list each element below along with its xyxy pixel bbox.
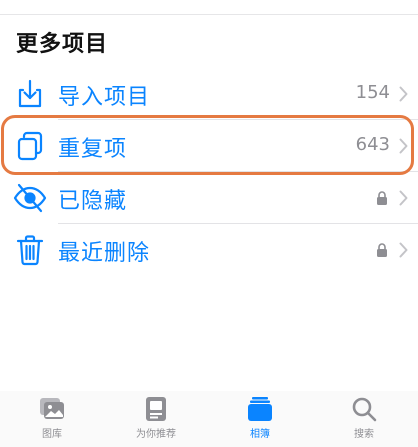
row-duplicates-label: 重复项	[58, 137, 128, 162]
row-recently-deleted-label: 最近删除	[58, 241, 151, 266]
hidden-eye-icon	[12, 180, 48, 216]
albums-icon	[246, 395, 274, 423]
tab-albums[interactable]: 相簿	[208, 391, 312, 447]
import-icon	[12, 76, 48, 112]
trash-icon	[12, 232, 48, 268]
tab-search-label: 搜索	[354, 429, 374, 440]
row-hidden[interactable]: 已隐藏	[0, 172, 418, 224]
row-duplicates[interactable]: 重复项 643	[0, 120, 418, 172]
tab-library[interactable]: 图库	[0, 391, 104, 447]
chevron-right-icon	[399, 138, 408, 154]
row-recently-deleted[interactable]: 最近删除	[0, 224, 418, 276]
chevron-right-icon	[399, 86, 408, 102]
tab-for-you-label: 为你推荐	[136, 429, 176, 440]
chevron-right-icon	[399, 242, 408, 258]
row-imports[interactable]: 导入项目 154	[0, 68, 418, 120]
lock-icon	[376, 242, 388, 258]
row-duplicates-count: 643	[355, 134, 390, 155]
lock-icon	[376, 190, 388, 206]
for-you-icon	[142, 395, 170, 423]
row-imports-count: 154	[355, 82, 390, 103]
tab-bar: 图库 为你推荐 相簿 搜索	[0, 391, 418, 447]
top-divider	[0, 14, 418, 15]
search-icon	[350, 395, 378, 423]
tab-library-label: 图库	[42, 429, 62, 440]
row-hidden-label: 已隐藏	[58, 189, 128, 214]
row-imports-label: 导入项目	[58, 85, 151, 110]
duplicates-icon	[12, 128, 48, 164]
library-icon	[38, 395, 66, 423]
tab-search[interactable]: 搜索	[312, 391, 416, 447]
tab-albums-label: 相簿	[250, 429, 270, 440]
tab-for-you[interactable]: 为你推荐	[104, 391, 208, 447]
section-title: 更多项目	[16, 32, 109, 57]
chevron-right-icon	[399, 190, 408, 206]
